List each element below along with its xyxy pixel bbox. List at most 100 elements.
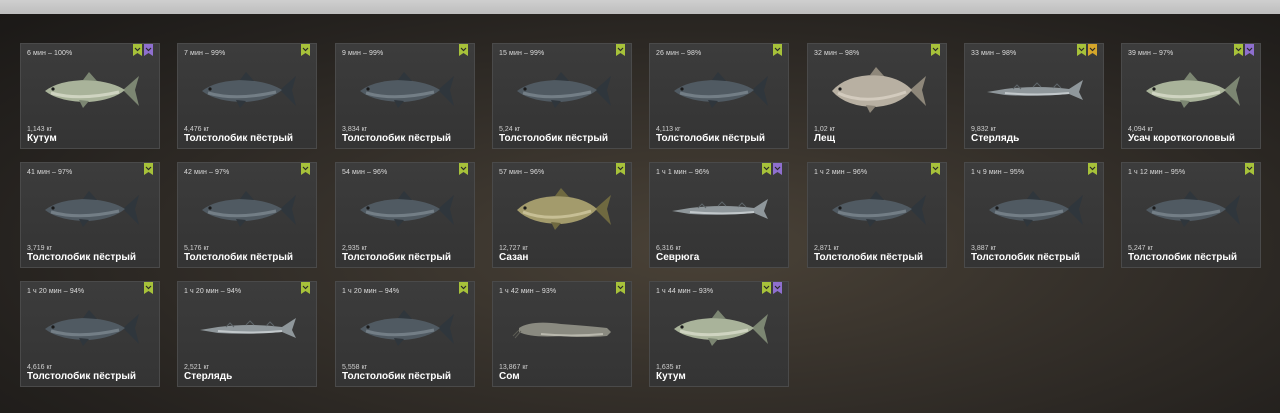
fish-weight: 1,02 кг bbox=[814, 126, 836, 133]
catch-time-label: 1 ч 1 мин – 96% bbox=[656, 169, 710, 176]
fish-card[interactable]: 41 мин – 97% 3,719 кг Толстолобик пёстрый bbox=[20, 162, 160, 268]
fish-card[interactable]: 1 ч 20 мин – 94% 2,521 кг Стерлядь bbox=[177, 281, 317, 387]
kutum-fish-icon bbox=[39, 64, 143, 116]
carp-dark-fish-icon bbox=[511, 64, 615, 116]
fish-card[interactable]: 1 ч 20 мин – 94% 5,558 кг Толстолобик пёс… bbox=[335, 281, 475, 387]
carp-dark-fish-icon bbox=[354, 302, 458, 354]
carp-dark-fish-icon bbox=[354, 64, 458, 116]
green-ribbon-icon bbox=[459, 163, 468, 175]
trophy-badges bbox=[459, 44, 468, 56]
fish-weight: 6,316 кг bbox=[656, 245, 682, 252]
catch-time-label: 54 мин – 96% bbox=[342, 169, 388, 176]
fish-card[interactable]: 7 мин – 99% 4,476 кг Толстолобик пёстрый bbox=[177, 43, 317, 149]
sturgeon-fish-icon bbox=[196, 302, 300, 354]
trophy-badges bbox=[762, 163, 782, 175]
carp-dark-fish-icon bbox=[1140, 183, 1244, 235]
green-ribbon-icon bbox=[931, 44, 940, 56]
catch-time-label: 1 ч 20 мин – 94% bbox=[27, 288, 85, 295]
catfish-fish-icon bbox=[511, 302, 615, 354]
green-ribbon-icon bbox=[1088, 163, 1097, 175]
fish-card[interactable]: 33 мин – 98% 9,832 кг Стерлядь bbox=[964, 43, 1104, 149]
trophy-badges bbox=[616, 44, 625, 56]
catch-time-label: 1 ч 20 мин – 94% bbox=[184, 288, 242, 295]
catch-time-label: 1 ч 42 мин – 93% bbox=[499, 288, 557, 295]
fish-card[interactable]: 1 ч 44 мин – 93% 1,635 кг Кутум bbox=[649, 281, 789, 387]
trophy-badges bbox=[301, 44, 310, 56]
fish-name: Кутум bbox=[656, 371, 686, 382]
fish-card[interactable]: 57 мин – 96% 12,727 кг Сазан bbox=[492, 162, 632, 268]
fish-card[interactable]: 6 мин – 100% 1,143 кг Кутум bbox=[20, 43, 160, 149]
fish-name: Севрюга bbox=[656, 252, 700, 263]
fish-card[interactable]: 39 мин – 97% 4,094 кг Усач короткоголовый bbox=[1121, 43, 1261, 149]
fish-card[interactable]: 42 мин – 97% 5,176 кг Толстолобик пёстрый bbox=[177, 162, 317, 268]
fish-name: Толстолобик пёстрый bbox=[971, 252, 1081, 263]
catch-time-label: 32 мин – 98% bbox=[814, 50, 860, 57]
trophy-badges bbox=[301, 282, 310, 294]
fish-weight: 9,832 кг bbox=[971, 126, 997, 133]
green-ribbon-icon bbox=[1245, 163, 1254, 175]
trophy-badges bbox=[301, 163, 310, 175]
fish-card[interactable]: 9 мин – 99% 3,834 кг Толстолобик пёстрый bbox=[335, 43, 475, 149]
trophy-badges bbox=[1245, 163, 1254, 175]
fish-name: Сазан bbox=[499, 252, 529, 263]
fish-weight: 1,143 кг bbox=[27, 126, 53, 133]
fish-name: Толстолобик пёстрый bbox=[184, 133, 294, 144]
fish-name: Толстолобик пёстрый bbox=[342, 133, 452, 144]
green-ribbon-icon bbox=[133, 44, 142, 56]
fish-card[interactable]: 1 ч 20 мин – 94% 4,616 кг Толстолобик пёс… bbox=[20, 281, 160, 387]
catch-time-label: 9 мин – 99% bbox=[342, 50, 384, 57]
fish-card[interactable]: 1 ч 9 мин – 95% 3,887 кг Толстолобик пёст… bbox=[964, 162, 1104, 268]
gold-ribbon-icon bbox=[1088, 44, 1097, 56]
green-ribbon-icon bbox=[459, 44, 468, 56]
fish-name: Кутум bbox=[27, 133, 57, 144]
fish-name: Толстолобик пёстрый bbox=[342, 252, 452, 263]
fish-name: Толстолобик пёстрый bbox=[1128, 252, 1238, 263]
carp-dark-fish-icon bbox=[983, 183, 1087, 235]
trophy-badges bbox=[144, 282, 153, 294]
trophy-badges bbox=[133, 44, 153, 56]
fish-card[interactable]: 26 мин – 98% 4,113 кг Толстолобик пёстрый bbox=[649, 43, 789, 149]
fish-name: Сом bbox=[499, 371, 520, 382]
catch-time-label: 6 мин – 100% bbox=[27, 50, 73, 57]
fish-card[interactable]: 32 мин – 98% 1,02 кг Лещ bbox=[807, 43, 947, 149]
fish-weight: 2,871 кг bbox=[814, 245, 840, 252]
window-top-bar bbox=[0, 0, 1280, 14]
catch-time-label: 1 ч 2 мин – 96% bbox=[814, 169, 868, 176]
fish-weight: 3,887 кг bbox=[971, 245, 997, 252]
carp-dark-fish-icon bbox=[354, 183, 458, 235]
catch-time-label: 1 ч 9 мин – 95% bbox=[971, 169, 1025, 176]
trophy-badges bbox=[1077, 44, 1097, 56]
fish-card[interactable]: 15 мин – 99% 5,24 кг Толстолобик пёстрый bbox=[492, 43, 632, 149]
green-ribbon-icon bbox=[616, 282, 625, 294]
fish-weight: 2,521 кг bbox=[184, 364, 210, 371]
fish-name: Толстолобик пёстрый bbox=[27, 252, 137, 263]
fish-card[interactable]: 54 мин – 96% 2,935 кг Толстолобик пёстрый bbox=[335, 162, 475, 268]
fish-weight: 5,176 кг bbox=[184, 245, 210, 252]
kutum-fish-icon bbox=[1140, 64, 1244, 116]
green-ribbon-icon bbox=[301, 282, 310, 294]
fish-card[interactable]: 1 ч 2 мин – 96% 2,871 кг Толстолобик пёст… bbox=[807, 162, 947, 268]
trophy-badges bbox=[1088, 163, 1097, 175]
trophy-badges bbox=[931, 163, 940, 175]
trophy-badges bbox=[459, 282, 468, 294]
fish-weight: 5,558 кг bbox=[342, 364, 368, 371]
fish-card[interactable]: 1 ч 1 мин – 96% 6,316 кг Севрюга bbox=[649, 162, 789, 268]
fish-name: Стерлядь bbox=[184, 371, 233, 382]
trophy-badges bbox=[616, 282, 625, 294]
fish-card[interactable]: 1 ч 12 мин – 95% 5,247 кг Толстолобик пёс… bbox=[1121, 162, 1261, 268]
fish-name: Толстолобик пёстрый bbox=[656, 133, 766, 144]
carp-dark-fish-icon bbox=[826, 183, 930, 235]
fish-weight: 5,24 кг bbox=[499, 126, 521, 133]
fish-card[interactable]: 1 ч 42 мин – 93% 13,867 кг Сом bbox=[492, 281, 632, 387]
purple-ribbon-icon bbox=[773, 163, 782, 175]
sazan-fish-icon bbox=[511, 183, 615, 235]
catch-time-label: 57 мин – 96% bbox=[499, 169, 545, 176]
trophy-badges bbox=[459, 163, 468, 175]
carp-dark-fish-icon bbox=[39, 302, 143, 354]
green-ribbon-icon bbox=[931, 163, 940, 175]
fish-name: Лещ bbox=[814, 133, 836, 144]
catch-time-label: 26 мин – 98% bbox=[656, 50, 702, 57]
catch-time-label: 33 мин – 98% bbox=[971, 50, 1017, 57]
purple-ribbon-icon bbox=[144, 44, 153, 56]
catch-time-label: 1 ч 44 мин – 93% bbox=[656, 288, 714, 295]
